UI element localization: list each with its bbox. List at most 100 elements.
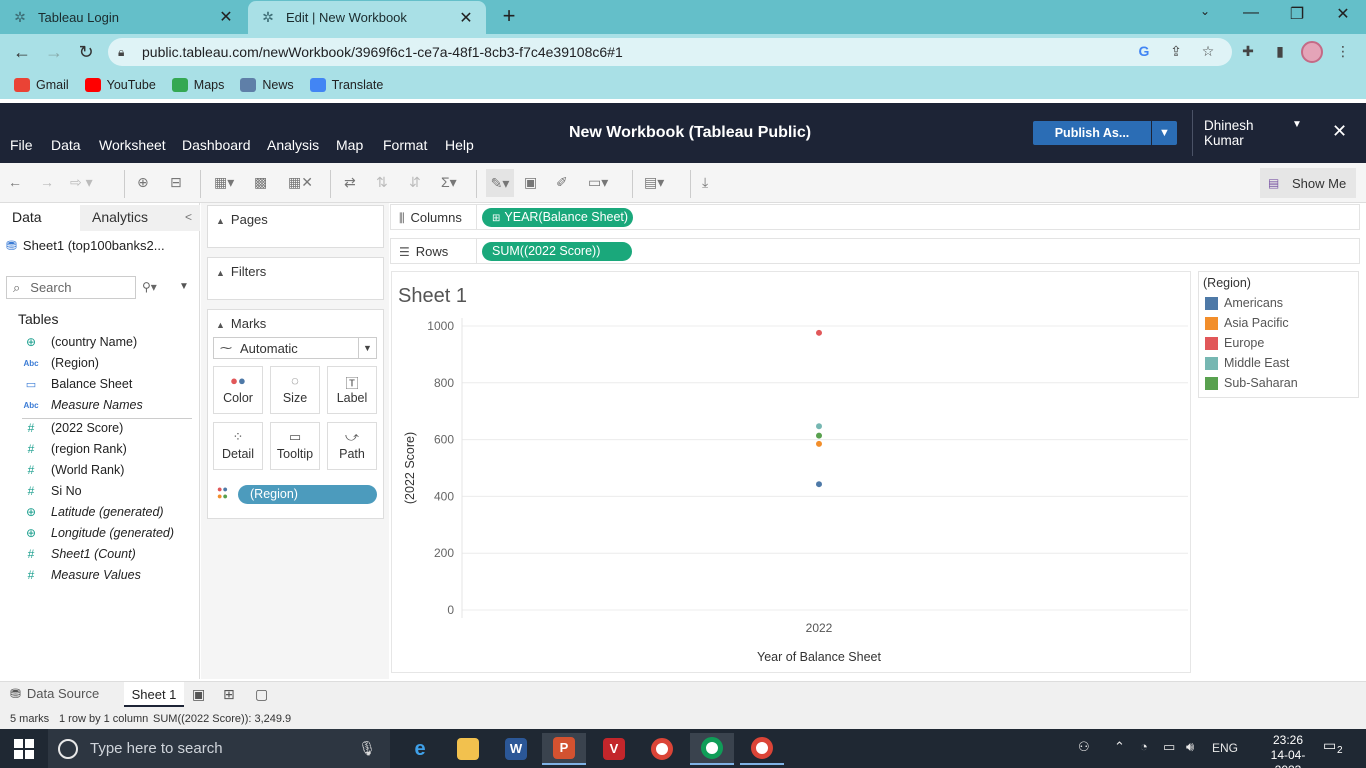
profile-avatar[interactable] bbox=[1301, 41, 1323, 63]
path-button[interactable]: ⤻ Path bbox=[327, 422, 377, 470]
star-icon[interactable]: ☆ bbox=[1199, 43, 1217, 61]
edge-app[interactable]: e bbox=[398, 733, 442, 765]
labels-icon[interactable]: ▣ bbox=[524, 174, 537, 192]
presentation-icon[interactable]: ▤▾ bbox=[644, 174, 664, 192]
new-worksheet-icon[interactable]: ▦▾ bbox=[214, 174, 234, 192]
close-icon[interactable]: ✕ bbox=[1332, 121, 1347, 142]
swap-icon[interactable]: ⇄ bbox=[344, 174, 356, 192]
field-2022-score[interactable]: # (2022 Score) bbox=[22, 418, 197, 438]
presentation-app[interactable]: P bbox=[542, 733, 586, 765]
new-tab-button[interactable]: + bbox=[498, 5, 520, 27]
sort-ascending-icon[interactable]: ⇅ bbox=[376, 174, 388, 192]
tab-data[interactable]: Data bbox=[0, 205, 80, 231]
columns-pill[interactable]: ⊞ YEAR(Balance Sheet) bbox=[482, 208, 633, 227]
taskbar-search[interactable]: Type here to search 🎙︎ bbox=[48, 729, 390, 768]
battery-icon[interactable]: ▭ bbox=[1163, 739, 1175, 755]
side-panel-icon[interactable]: ▮ bbox=[1271, 43, 1289, 61]
columns-shelf[interactable]: ⫼ Columns ⊞ YEAR(Balance Sheet) bbox=[390, 204, 1360, 230]
menu-map[interactable]: Map bbox=[336, 137, 363, 153]
window-close-icon[interactable]: ✕ bbox=[1320, 4, 1366, 28]
rows-shelf[interactable]: ☰ Rows SUM((2022 Score)) bbox=[390, 238, 1360, 264]
user-menu[interactable]: Dhinesh Kumar bbox=[1204, 118, 1284, 148]
field-balance-sheet[interactable]: ▭ Balance Sheet bbox=[22, 374, 197, 394]
bookmark-youtube[interactable]: YouTube bbox=[84, 77, 156, 92]
duplicate-sheet-icon[interactable]: ▩ bbox=[254, 174, 267, 192]
field-world-rank[interactable]: # (World Rank) bbox=[22, 460, 197, 480]
new-story-icon[interactable]: ▢ bbox=[255, 686, 268, 703]
menu-worksheet[interactable]: Worksheet bbox=[99, 137, 166, 153]
sort-descending-icon[interactable]: ⇵ bbox=[409, 174, 421, 192]
file-explorer-app[interactable] bbox=[446, 733, 490, 765]
new-datasource-icon[interactable]: ⊕ bbox=[137, 174, 149, 192]
legend-item-americans[interactable]: Americans bbox=[1205, 296, 1283, 310]
menu-help[interactable]: Help bbox=[445, 137, 474, 153]
field-region-rank[interactable]: # (region Rank) bbox=[22, 439, 197, 459]
bookmark-gmail[interactable]: Gmail bbox=[14, 77, 69, 92]
collapse-pane-icon[interactable]: < bbox=[185, 210, 192, 224]
language-indicator[interactable]: ENG bbox=[1212, 741, 1238, 755]
tab-analytics[interactable]: Analytics bbox=[80, 205, 200, 231]
totals-icon[interactable]: Σ▾ bbox=[441, 174, 457, 192]
windows-start-icon[interactable] bbox=[14, 739, 34, 759]
browser-tab-tableau-login[interactable]: ✲ Tableau Login ✕ bbox=[0, 0, 246, 34]
legend-item-asia-pacific[interactable]: Asia Pacific bbox=[1205, 316, 1289, 330]
label-button[interactable]: 🅃︎ Label bbox=[327, 366, 377, 414]
wifi-icon[interactable]: ◔ bbox=[1140, 739, 1148, 754]
legend-item-sub-saharan[interactable]: Sub-Saharan bbox=[1205, 376, 1298, 390]
clock[interactable]: 23:26 14-04-2023 bbox=[1258, 733, 1318, 768]
notification-icon[interactable]: ▭ 2 bbox=[1323, 737, 1347, 759]
close-icon[interactable]: ✕ bbox=[458, 8, 474, 28]
redo-icon[interactable]: → bbox=[40, 174, 54, 192]
tray-chevron-icon[interactable]: ⌃ bbox=[1114, 739, 1125, 755]
pages-card[interactable]: ▲ Pages bbox=[207, 205, 384, 248]
menu-dots-icon[interactable]: ⋮ bbox=[1334, 43, 1352, 61]
tab-sheet-1[interactable]: Sheet 1 bbox=[124, 682, 184, 707]
show-me-button[interactable]: ▤ Show Me bbox=[1260, 168, 1356, 198]
mark-type-select[interactable]: ⁓ Automatic ▼ bbox=[213, 337, 377, 359]
chrome-app-3[interactable] bbox=[740, 733, 784, 765]
tab-data-source[interactable]: ⛃ Data Source bbox=[10, 686, 99, 702]
menu-format[interactable]: Format bbox=[383, 137, 427, 153]
publish-as-button[interactable]: Publish As... bbox=[1033, 121, 1151, 145]
field-si-no[interactable]: # Si No bbox=[22, 481, 197, 501]
tab-search-icon[interactable]: ⌄ bbox=[1182, 4, 1228, 28]
caret-down-icon[interactable]: ▼ bbox=[1292, 119, 1302, 130]
rows-pill[interactable]: SUM((2022 Score)) bbox=[482, 242, 632, 261]
filter-icon[interactable]: ⚲▾ bbox=[142, 280, 157, 294]
field-latitude[interactable]: ⊕ Latitude (generated) bbox=[22, 502, 197, 522]
chrome-app-2[interactable] bbox=[690, 733, 734, 765]
fit-icon[interactable]: ▭▾ bbox=[588, 174, 608, 192]
color-button[interactable]: ●● Color bbox=[213, 366, 263, 414]
people-icon[interactable]: ⚇ bbox=[1078, 739, 1090, 755]
bookmark-news[interactable]: News bbox=[240, 77, 294, 92]
reload-icon[interactable]: ↻ bbox=[74, 41, 98, 63]
browser-tab-edit-workbook[interactable]: ✲ Edit | New Workbook ✕ bbox=[248, 1, 486, 34]
highlight-icon[interactable]: ✎▾ bbox=[486, 169, 514, 197]
restore-icon[interactable]: ❐ bbox=[1274, 4, 1320, 28]
pause-updates-icon[interactable]: ⊟ bbox=[170, 174, 182, 192]
field-country-name[interactable]: ⊕ (country Name) bbox=[22, 332, 197, 352]
share-icon[interactable]: ⇪ bbox=[1167, 43, 1185, 61]
replay-icon[interactable]: ⇨ ▾ bbox=[70, 174, 93, 192]
annotate-icon[interactable]: ✐ bbox=[556, 174, 568, 192]
download-icon[interactable]: ⤓ bbox=[702, 174, 708, 192]
field-measure-values[interactable]: # Measure Values bbox=[22, 565, 197, 585]
volume-icon[interactable]: 🔊︎ bbox=[1186, 739, 1194, 755]
vivaldi-app[interactable]: V bbox=[592, 733, 636, 765]
search-input[interactable]: ⌕ Search bbox=[6, 276, 136, 299]
menu-dashboard[interactable]: Dashboard bbox=[182, 137, 251, 153]
close-icon[interactable]: ✕ bbox=[218, 7, 234, 27]
filters-card[interactable]: ▲ Filters bbox=[207, 257, 384, 300]
undo-icon[interactable]: ← bbox=[8, 174, 22, 192]
field-longitude[interactable]: ⊕ Longitude (generated) bbox=[22, 523, 197, 543]
minimize-icon[interactable]: — bbox=[1228, 4, 1274, 28]
legend-item-middle-east[interactable]: Middle East bbox=[1205, 356, 1289, 370]
address-bar[interactable]: 🔒︎ public.tableau.com/newWorkbook/3969f6… bbox=[108, 38, 1232, 66]
word-app[interactable]: W bbox=[494, 733, 538, 765]
detail-button[interactable]: ⁘ Detail bbox=[213, 422, 263, 470]
menu-data[interactable]: Data bbox=[51, 137, 81, 153]
publish-dropdown-icon[interactable]: ▼ bbox=[1152, 121, 1177, 145]
menu-analysis[interactable]: Analysis bbox=[267, 137, 319, 153]
region-color-pill[interactable]: (Region) bbox=[238, 485, 377, 504]
new-dashboard-icon[interactable]: ⊞ bbox=[223, 686, 235, 703]
